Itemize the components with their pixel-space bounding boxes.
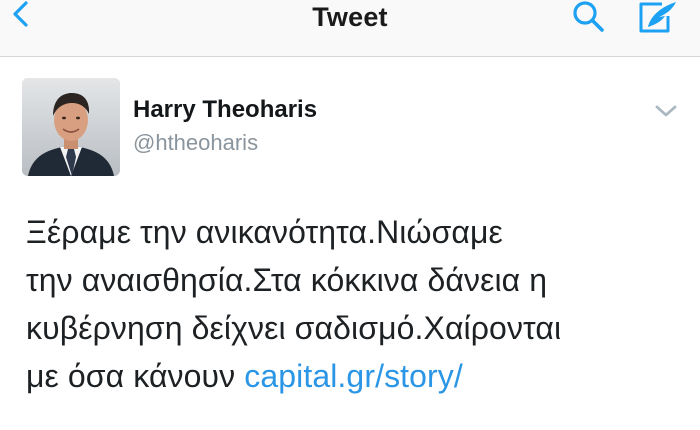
compose-tweet-button[interactable] — [632, 0, 684, 42]
compose-icon — [639, 2, 676, 33]
tweet-text: Ξέραμε την ανικανότητα.Νιώσαμε την αναισ… — [26, 208, 694, 400]
profile-photo — [22, 78, 120, 176]
author-avatar[interactable] — [22, 78, 120, 176]
tweet-detail-screen: Tweet Harry Theoharis @htheoharis Ξέραμε… — [0, 0, 700, 430]
chevron-down-icon — [655, 105, 677, 117]
tweet-text-line: Ξέραμε την ανικανότητα.Νιώσαμε — [26, 214, 503, 250]
author-name[interactable]: Harry Theoharis — [133, 96, 317, 124]
tweet-text-line-last: με όσα κάνουν capital.gr/story/ — [26, 352, 694, 400]
tweet-text-line: την αναισθησία.Στα κόκκινα δάνεια η — [26, 262, 548, 298]
navigation-bar: Tweet — [0, 0, 700, 57]
tweet-link[interactable]: capital.gr/story/ — [244, 358, 463, 394]
author-handle[interactable]: @htheoharis — [133, 130, 258, 156]
tweet-text-line: με όσα κάνουν — [26, 358, 245, 394]
search-icon — [573, 1, 604, 32]
search-button[interactable] — [566, 0, 610, 42]
tweet-menu-button[interactable] — [652, 100, 680, 122]
tweet-text-line: κυβέρνηση δείχνει σαδισμό.Χαίρονται — [26, 310, 562, 346]
